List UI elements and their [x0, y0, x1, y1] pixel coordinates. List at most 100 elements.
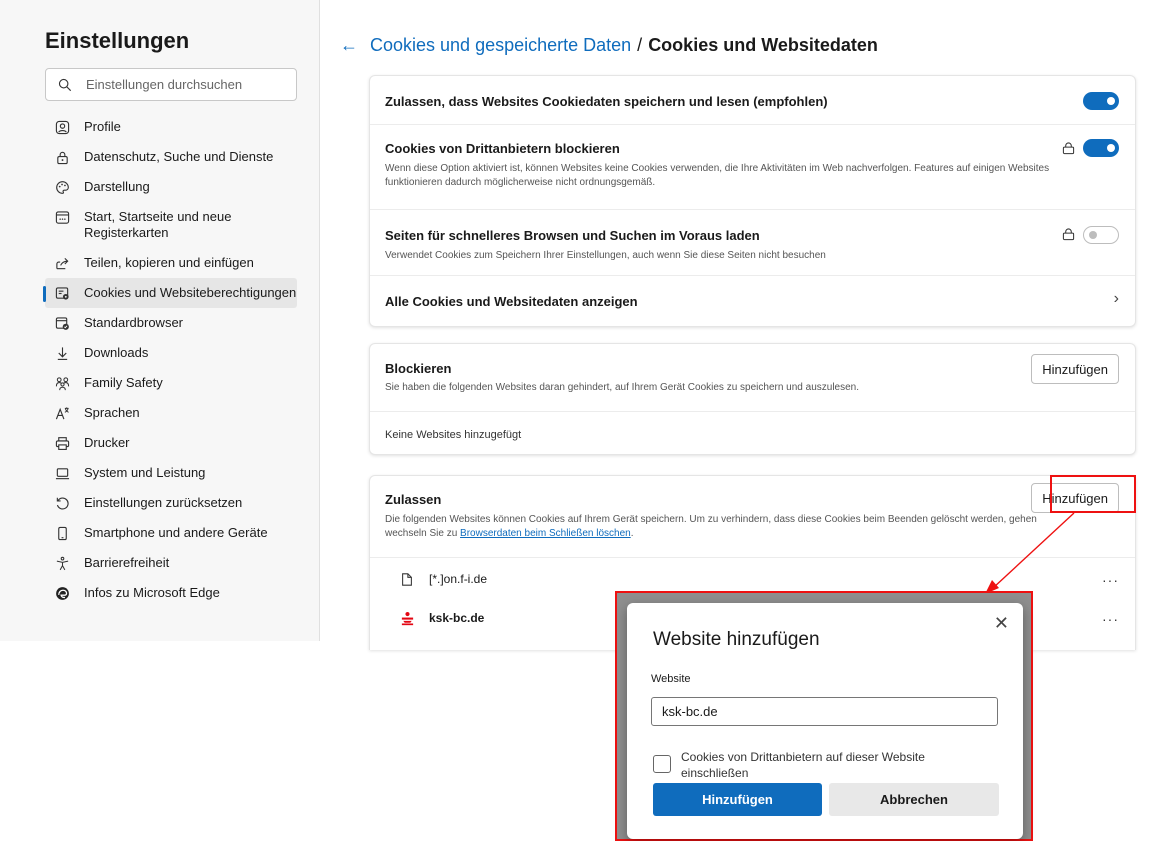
site-name: ksk-bc.de	[429, 611, 485, 625]
dialog-title: Website hinzufügen	[653, 629, 820, 650]
sidebar-item-label: Einstellungen zurücksetzen	[84, 495, 243, 510]
block-empty-row: Keine Websites hinzugefügt	[370, 412, 1135, 455]
settings-search-input[interactable]	[86, 77, 286, 92]
settings-search-box[interactable]	[45, 68, 297, 101]
search-icon	[58, 78, 72, 91]
close-icon[interactable]: ✕	[994, 613, 1009, 634]
sidebar-item-downloads[interactable]: Downloads	[45, 338, 297, 368]
sidebar-item-label: Barrierefreiheit	[84, 555, 170, 570]
breadcrumb-parent-link[interactable]: Cookies und gespeicherte Daten	[370, 35, 631, 56]
website-field-label: Website	[651, 673, 691, 685]
preload-toggle[interactable]	[1083, 226, 1119, 244]
block-title: Blockieren	[385, 361, 452, 376]
preload-title: Seiten für schnelleres Browsen und Suche…	[385, 228, 760, 243]
sidebar-item-default-browser[interactable]: Standardbrowser	[45, 308, 297, 338]
sidebar-item-privacy[interactable]: Datenschutz, Suche und Dienste	[45, 142, 297, 172]
sidebar-item-label: Family Safety	[84, 375, 163, 390]
sidebar-item-accessibility[interactable]: Barrierefreiheit	[45, 548, 297, 578]
sidebar-item-label: Standardbrowser	[84, 315, 183, 330]
sidebar-item-family-safety[interactable]: Family Safety	[45, 368, 297, 398]
printer-icon	[54, 435, 70, 451]
preload-row: Seiten für schnelleres Browsen und Suche…	[370, 210, 1135, 276]
sidebar-item-system[interactable]: System und Leistung	[45, 458, 297, 488]
all-cookies-title: Alle Cookies und Websitedaten anzeigen	[385, 294, 638, 309]
settings-sidebar: Einstellungen Profile Datenschutz, Suche…	[0, 0, 320, 641]
cookie-settings-card: Zulassen, dass Websites Cookiedaten spei…	[369, 75, 1136, 327]
block-header-row: Blockieren Sie haben die folgenden Websi…	[370, 344, 1135, 412]
browser-icon	[54, 315, 70, 331]
block-third-party-row: Cookies von Drittanbietern blockieren We…	[370, 125, 1135, 210]
sidebar-item-languages[interactable]: Sprachen	[45, 398, 297, 428]
laptop-icon	[54, 465, 70, 481]
block-empty-text: Keine Websites hinzugefügt	[385, 429, 522, 441]
sidebar-item-start[interactable]: Start, Startseite und neue Registerkarte…	[45, 202, 297, 248]
sidebar-item-label: Teilen, kopieren und einfügen	[84, 255, 254, 270]
reset-icon	[54, 495, 70, 511]
sidebar-item-cookies[interactable]: Cookies und Websiteberechtigungen	[43, 278, 297, 308]
sidebar-item-label: Cookies und Websiteberechtigungen	[84, 285, 297, 300]
sidebar-item-label: Downloads	[84, 345, 149, 360]
sidebar-nav: Profile Datenschutz, Suche und Dienste D…	[43, 112, 297, 608]
breadcrumb-separator: /	[637, 35, 643, 55]
palette-icon	[54, 179, 70, 195]
add-website-dialog: Website hinzufügen ✕ Website Cookies von…	[627, 603, 1023, 839]
new-tab-icon	[54, 209, 70, 225]
block-third-party-description: Wenn diese Option aktiviert ist, können …	[385, 163, 1050, 188]
chevron-right-icon: ›	[1113, 290, 1119, 307]
sidebar-item-profile[interactable]: Profile	[45, 112, 297, 142]
page-icon	[399, 571, 415, 587]
website-input[interactable]	[651, 697, 998, 726]
download-icon	[54, 345, 70, 361]
page-title: Cookies und Websitedaten	[648, 35, 878, 55]
lock-icon	[54, 149, 70, 165]
breadcrumb: ← Cookies und gespeicherte Daten / Cooki…	[340, 35, 878, 56]
sidebar-item-printers[interactable]: Drucker	[45, 428, 297, 458]
allow-title: Zulassen	[385, 492, 442, 507]
sidebar-title: Einstellungen	[45, 28, 190, 53]
dialog-add-button[interactable]: Hinzufügen	[653, 783, 822, 816]
allow-header-row: Zulassen Die folgenden Websites können C…	[370, 476, 1135, 558]
site-name: [*.]on.f-i.de	[429, 572, 488, 586]
block-third-party-toggle[interactable]	[1083, 139, 1119, 157]
family-icon	[54, 375, 70, 391]
sidebar-item-share[interactable]: Teilen, kopieren und einfügen	[45, 248, 297, 278]
preload-description: Verwendet Cookies zum Speichern Ihrer Ei…	[385, 250, 826, 261]
allow-description: Die folgenden Websites können Cookies au…	[385, 514, 1037, 539]
edge-icon	[54, 585, 70, 601]
include-third-party-checkbox[interactable]	[653, 755, 671, 773]
managed-lock-icon	[1062, 228, 1075, 241]
sidebar-item-label: Infos zu Microsoft Edge	[84, 585, 220, 600]
more-options-icon[interactable]: ···	[1102, 572, 1119, 588]
clear-on-close-link[interactable]: Browserdaten beim Schließen löschen	[460, 528, 631, 539]
sidebar-item-appearance[interactable]: Darstellung	[45, 172, 297, 202]
dialog-cancel-button[interactable]: Abbrechen	[829, 783, 999, 816]
annotation-highlight-box	[1050, 475, 1136, 513]
share-icon	[54, 255, 70, 271]
sidebar-item-reset[interactable]: Einstellungen zurücksetzen	[45, 488, 297, 518]
sidebar-item-label: System und Leistung	[84, 465, 206, 480]
block-third-party-title: Cookies von Drittanbietern blockieren	[385, 141, 620, 156]
allow-cookies-row: Zulassen, dass Websites Cookiedaten spei…	[370, 76, 1135, 125]
more-options-icon[interactable]: ···	[1102, 611, 1119, 627]
sidebar-item-label: Darstellung	[84, 179, 150, 194]
sidebar-item-label: Sprachen	[84, 405, 140, 420]
arrow-left-icon[interactable]: ←	[340, 35, 358, 56]
sparkasse-icon	[399, 610, 415, 626]
allow-cookies-title: Zulassen, dass Websites Cookiedaten spei…	[385, 94, 828, 109]
sidebar-item-about[interactable]: Infos zu Microsoft Edge	[45, 578, 297, 608]
block-add-button[interactable]: Hinzufügen	[1031, 354, 1119, 384]
block-description: Sie haben die folgenden Websites daran g…	[385, 382, 860, 393]
block-card: Blockieren Sie haben die folgenden Websi…	[369, 343, 1136, 455]
sidebar-item-devices[interactable]: Smartphone und andere Geräte	[45, 518, 297, 548]
phone-icon	[54, 525, 70, 541]
sidebar-item-label: Datenschutz, Suche und Dienste	[84, 149, 274, 164]
allow-cookies-toggle[interactable]	[1083, 92, 1119, 110]
include-third-party-label: Cookies von Drittanbietern auf dieser We…	[681, 750, 925, 780]
all-cookies-row[interactable]: Alle Cookies und Websitedaten anzeigen ›	[370, 276, 1135, 326]
sidebar-item-label: Profile	[84, 119, 121, 134]
sidebar-item-label: Start, Startseite und neue Registerkarte…	[84, 209, 232, 240]
allow-site-row: ksk-bc.de	[399, 610, 484, 626]
cookie-permissions-icon	[54, 285, 70, 301]
accessibility-icon	[54, 555, 70, 571]
language-icon	[54, 405, 70, 421]
